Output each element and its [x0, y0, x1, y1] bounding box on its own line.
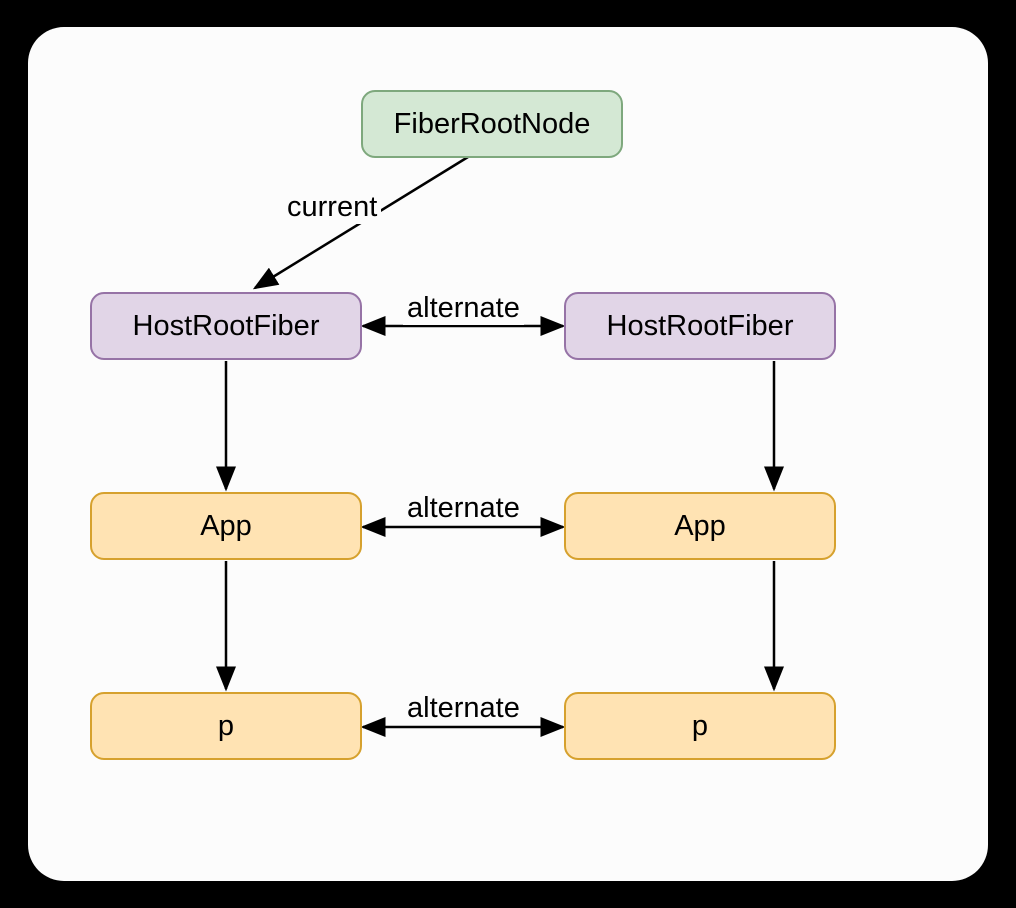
node-app-left: App — [90, 492, 362, 560]
edge-label-alternate-2: alternate — [403, 492, 524, 525]
node-p-left: p — [90, 692, 362, 760]
edge-label-alternate-1: alternate — [403, 292, 524, 325]
node-app-right: App — [564, 492, 836, 560]
node-fiber-root-node: FiberRootNode — [361, 90, 623, 158]
node-host-root-fiber-right: HostRootFiber — [564, 292, 836, 360]
node-host-root-fiber-left: HostRootFiber — [90, 292, 362, 360]
edge-label-current: current — [283, 191, 381, 224]
diagram-canvas: FiberRootNode current HostRootFiber Host… — [28, 27, 988, 881]
node-p-right: p — [564, 692, 836, 760]
edge-label-alternate-3: alternate — [403, 692, 524, 725]
